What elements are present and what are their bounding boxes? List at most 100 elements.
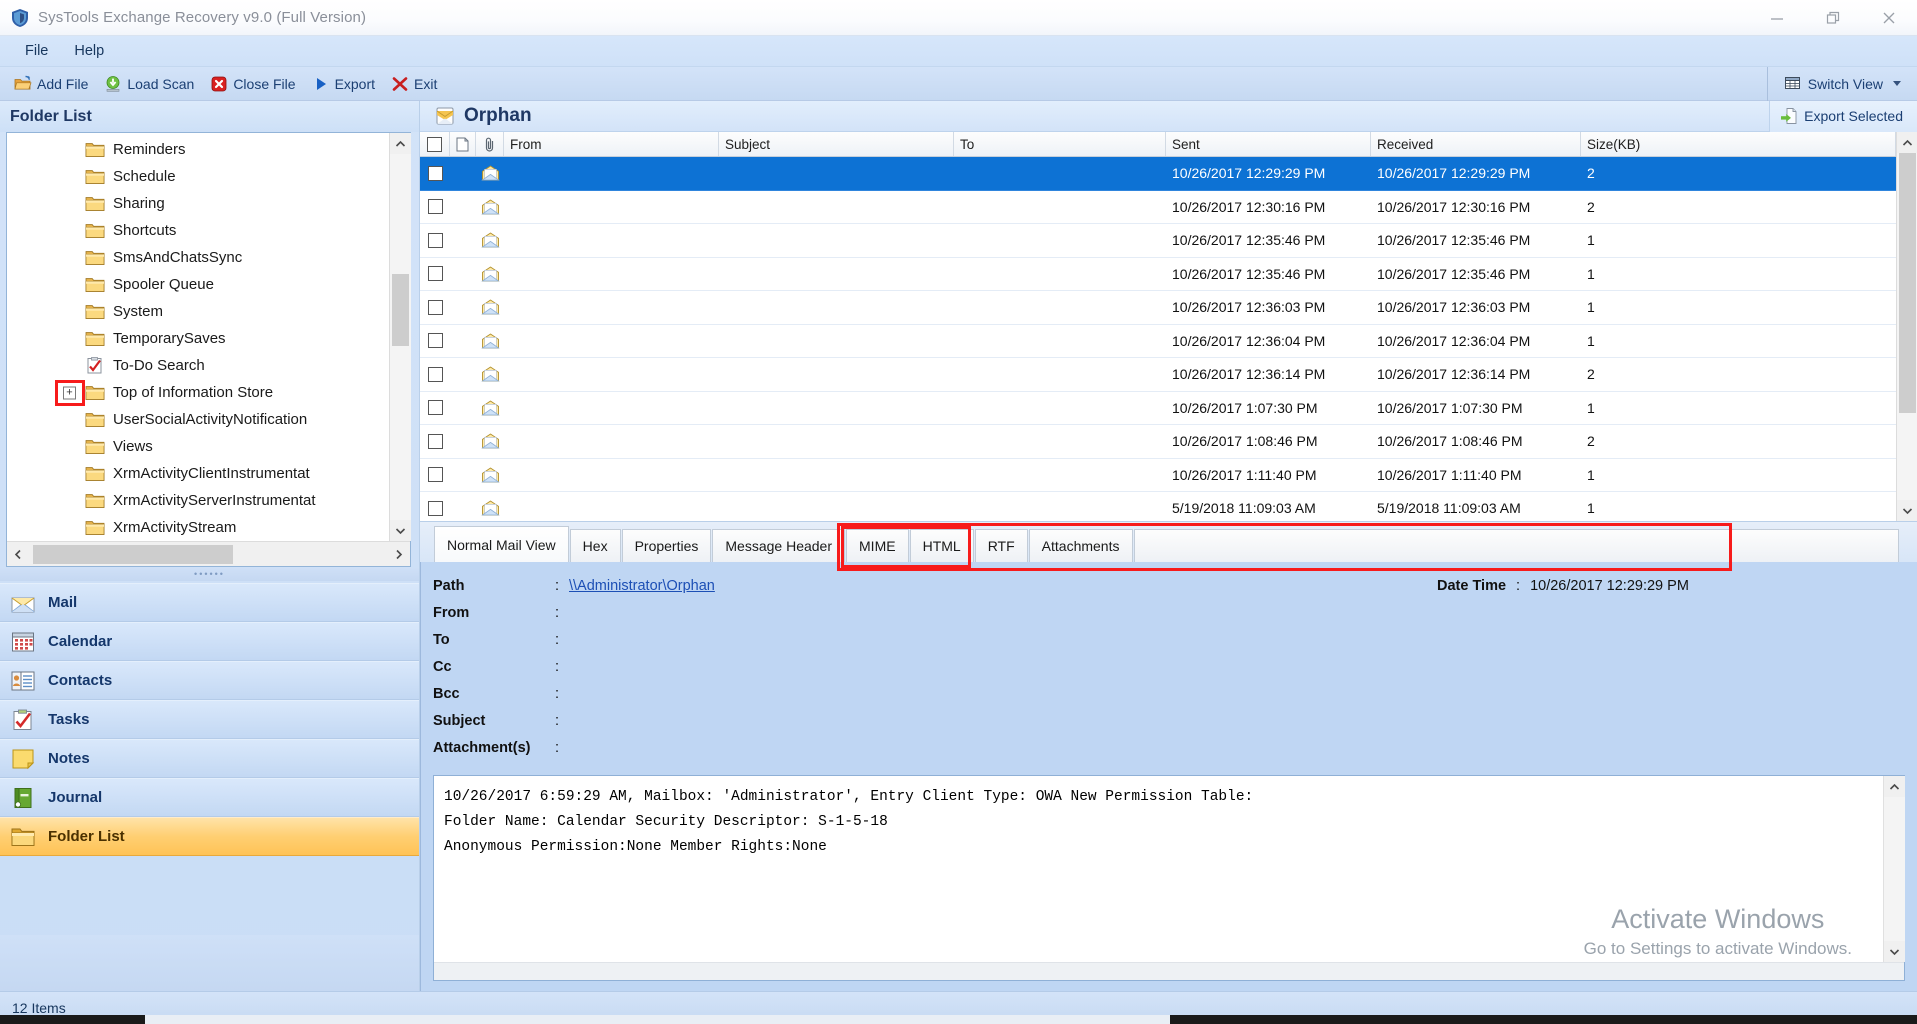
column-header-from[interactable]: From xyxy=(504,132,719,156)
mail-scroll-track[interactable] xyxy=(1897,153,1917,500)
nav-item-mail[interactable]: Mail xyxy=(0,583,419,622)
tree-item[interactable]: SmsAndChatsSync xyxy=(7,244,389,271)
mail-scroll-down-icon[interactable] xyxy=(1897,500,1917,521)
row-checkbox[interactable] xyxy=(428,501,443,516)
mail-row[interactable]: 5/19/2018 11:09:03 AM5/19/2018 11:09:03 … xyxy=(420,492,1896,521)
nav-item-folder-list[interactable]: Folder List xyxy=(0,817,419,856)
tab-hex[interactable]: Hex xyxy=(570,529,621,562)
read-status-header[interactable] xyxy=(450,132,476,156)
tab-properties[interactable]: Properties xyxy=(622,529,712,562)
menu-item-file[interactable]: File xyxy=(12,40,61,62)
message-body-horizontal-scrollbar[interactable] xyxy=(434,962,1904,980)
add-file-button[interactable]: Add File xyxy=(6,70,96,98)
row-checkbox[interactable] xyxy=(428,233,443,248)
row-checkbox-cell[interactable] xyxy=(420,467,450,482)
row-checkbox-cell[interactable] xyxy=(420,367,450,382)
folder-tree[interactable]: RemindersScheduleSharingShortcutsSmsAndC… xyxy=(7,133,389,541)
column-header-subject[interactable]: Subject xyxy=(719,132,954,156)
mail-row[interactable]: 10/26/2017 12:35:46 PM10/26/2017 12:35:4… xyxy=(420,258,1896,292)
mail-row[interactable]: 10/26/2017 1:08:46 PM10/26/2017 1:08:46 … xyxy=(420,425,1896,459)
mail-row[interactable]: 10/26/2017 12:36:04 PM10/26/2017 12:36:0… xyxy=(420,325,1896,359)
tree-item[interactable]: Spooler Queue xyxy=(7,271,389,298)
row-checkbox-cell[interactable] xyxy=(420,333,450,348)
body-scroll-up-icon[interactable] xyxy=(1884,776,1905,797)
row-checkbox-cell[interactable] xyxy=(420,233,450,248)
tree-expander-icon[interactable]: + xyxy=(63,386,76,399)
switch-view-button[interactable]: Switch View xyxy=(1768,67,1917,101)
row-checkbox[interactable] xyxy=(428,434,443,449)
row-checkbox[interactable] xyxy=(428,367,443,382)
mail-row[interactable]: 10/26/2017 12:35:46 PM10/26/2017 12:35:4… xyxy=(420,224,1896,258)
column-header-size[interactable]: Size(KB) xyxy=(1581,132,1896,156)
row-checkbox-cell[interactable] xyxy=(420,434,450,449)
tree-item[interactable]: System xyxy=(7,298,389,325)
mail-list-vertical-scrollbar[interactable] xyxy=(1896,132,1917,521)
body-scroll-track[interactable] xyxy=(1884,797,1905,941)
tree-item[interactable]: XrmActivityClientInstrumentat xyxy=(7,460,389,487)
tree-item[interactable]: XrmActivityStream xyxy=(7,514,389,541)
scroll-up-icon[interactable] xyxy=(390,133,411,154)
select-all-checkbox[interactable] xyxy=(427,137,442,152)
folder-tree-horizontal-scrollbar[interactable] xyxy=(7,541,410,566)
tree-item[interactable]: XrmActivityServerInstrumentat xyxy=(7,487,389,514)
message-body-vertical-scrollbar[interactable] xyxy=(1883,776,1904,962)
folder-tree-scroll-track[interactable] xyxy=(390,154,411,520)
nav-item-journal[interactable]: Journal xyxy=(0,778,419,817)
tab-mime[interactable]: MIME xyxy=(846,529,909,562)
nav-item-notes[interactable]: Notes xyxy=(0,739,419,778)
row-checkbox-cell[interactable] xyxy=(420,400,450,415)
nav-item-tasks[interactable]: Tasks xyxy=(0,700,419,739)
select-all-header[interactable] xyxy=(420,132,450,156)
column-header-to[interactable]: To xyxy=(954,132,1166,156)
mail-scroll-up-icon[interactable] xyxy=(1897,132,1917,153)
folder-tree-hscroll-track[interactable] xyxy=(29,542,388,567)
mail-row[interactable]: 10/26/2017 12:29:29 PM10/26/2017 12:29:2… xyxy=(420,157,1896,191)
row-checkbox-cell[interactable] xyxy=(420,501,450,516)
row-checkbox-cell[interactable] xyxy=(420,266,450,281)
row-checkbox-cell[interactable] xyxy=(420,199,450,214)
tree-item[interactable]: Views xyxy=(7,433,389,460)
body-scroll-down-icon[interactable] xyxy=(1884,941,1905,962)
mail-row[interactable]: 10/26/2017 12:30:16 PM10/26/2017 12:30:1… xyxy=(420,191,1896,225)
tree-item[interactable]: To-Do Search xyxy=(7,352,389,379)
export-selected-button[interactable]: Export Selected xyxy=(1769,101,1917,132)
row-checkbox[interactable] xyxy=(428,300,443,315)
load-scan-button[interactable]: Load Scan xyxy=(96,70,202,98)
export-button[interactable]: Export xyxy=(304,70,383,98)
tree-item[interactable]: Reminders xyxy=(7,136,389,163)
column-header-sent[interactable]: Sent xyxy=(1166,132,1371,156)
attachment-header[interactable] xyxy=(476,132,504,156)
row-checkbox[interactable] xyxy=(428,333,443,348)
tab-normal-mail-view[interactable]: Normal Mail View xyxy=(434,526,569,562)
row-checkbox-cell[interactable] xyxy=(420,166,450,181)
tree-item[interactable]: Schedule xyxy=(7,163,389,190)
exit-button[interactable]: Exit xyxy=(383,70,445,98)
pane-splitter-grip[interactable]: •••••• xyxy=(0,567,419,581)
scroll-down-icon[interactable] xyxy=(390,520,411,541)
row-checkbox-cell[interactable] xyxy=(420,300,450,315)
folder-tree-scroll-thumb[interactable] xyxy=(392,274,409,346)
column-header-received[interactable]: Received xyxy=(1371,132,1581,156)
mail-row[interactable]: 10/26/2017 1:07:30 PM10/26/2017 1:07:30 … xyxy=(420,392,1896,426)
nav-item-contacts[interactable]: Contacts xyxy=(0,661,419,700)
row-checkbox[interactable] xyxy=(428,199,443,214)
mail-scroll-thumb[interactable] xyxy=(1899,153,1916,413)
nav-item-calendar[interactable]: Calendar xyxy=(0,622,419,661)
mail-row[interactable]: 10/26/2017 12:36:14 PM10/26/2017 12:36:1… xyxy=(420,358,1896,392)
tree-item[interactable]: TemporarySaves xyxy=(7,325,389,352)
tree-item[interactable]: UserSocialActivityNotification xyxy=(7,406,389,433)
mail-row[interactable]: 10/26/2017 12:36:03 PM10/26/2017 12:36:0… xyxy=(420,291,1896,325)
tree-item[interactable]: Shortcuts xyxy=(7,217,389,244)
close-button[interactable] xyxy=(1861,0,1917,36)
tab-message-header[interactable]: Message Header xyxy=(712,529,845,562)
restore-button[interactable] xyxy=(1805,0,1861,36)
menu-item-help[interactable]: Help xyxy=(61,40,117,62)
row-checkbox[interactable] xyxy=(428,400,443,415)
tree-item[interactable]: +Top of Information Store xyxy=(7,379,389,406)
scroll-right-icon[interactable] xyxy=(388,542,410,567)
row-checkbox[interactable] xyxy=(428,166,443,181)
tree-item[interactable]: Sharing xyxy=(7,190,389,217)
row-checkbox[interactable] xyxy=(428,467,443,482)
folder-tree-hscroll-thumb[interactable] xyxy=(33,545,233,564)
scroll-left-icon[interactable] xyxy=(7,542,29,567)
